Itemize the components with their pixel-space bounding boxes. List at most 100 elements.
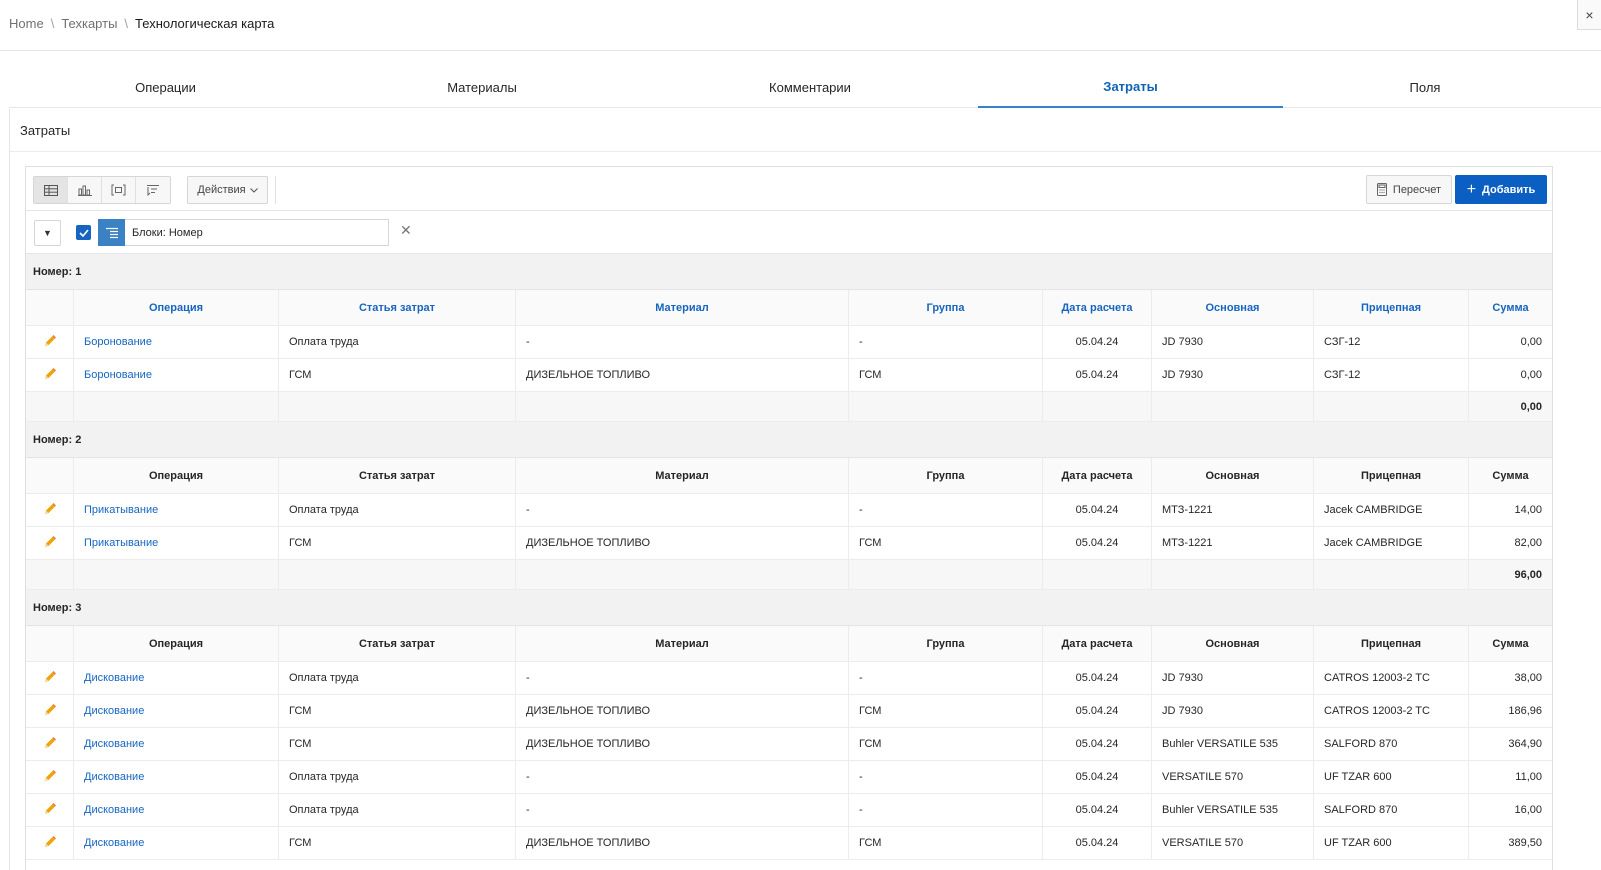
close-button[interactable]: × — [1577, 0, 1601, 30]
pencil-icon[interactable] — [43, 703, 57, 720]
sum-empty-cell — [1043, 560, 1152, 589]
breadcrumb-separator: \ — [50, 16, 55, 31]
tab-operations[interactable]: Операции — [9, 66, 322, 108]
operation-link[interactable]: Дискование — [84, 738, 144, 750]
edit-cell — [26, 662, 74, 694]
control-break-icon-box[interactable] — [98, 219, 125, 246]
column-header-calc-date[interactable]: Дата расчета — [1043, 626, 1152, 661]
pencil-icon[interactable] — [43, 736, 57, 753]
cell-value: - — [526, 672, 530, 684]
cell-value: 05.04.24 — [1075, 738, 1119, 750]
column-header-group[interactable]: Группа — [849, 290, 1043, 325]
operation-link[interactable]: Боронование — [84, 336, 152, 348]
cell-trailer: CATROS 12003-2 TC — [1314, 662, 1469, 694]
column-header-trailer[interactable]: Прицепная — [1314, 290, 1469, 325]
pencil-icon[interactable] — [43, 367, 57, 384]
column-header-operation[interactable]: Операция — [74, 626, 279, 661]
group-by-view-button[interactable] — [136, 177, 170, 203]
column-header-label: Материал — [655, 301, 709, 314]
cell-value: - — [859, 504, 863, 516]
operation-link[interactable]: Прикатывание — [84, 504, 158, 516]
column-header-material[interactable]: Материал — [516, 626, 849, 661]
breadcrumb-item-home[interactable]: Home — [9, 16, 44, 31]
operation-link[interactable]: Дискование — [84, 804, 144, 816]
pencil-icon[interactable] — [43, 502, 57, 519]
cell-sum: 0,00 — [1469, 359, 1552, 391]
operation-link[interactable]: Дискование — [84, 705, 144, 717]
operation-link[interactable]: Боронование — [84, 369, 152, 381]
cell-value: Jacek CAMBRIDGE — [1324, 537, 1423, 549]
column-header-sum[interactable]: Сумма — [1469, 458, 1552, 493]
sum-empty-cell — [516, 392, 849, 421]
cell-value: 0,00 — [1520, 336, 1542, 348]
column-header-trailer[interactable]: Прицепная — [1314, 458, 1469, 493]
add-button[interactable]: + Добавить — [1455, 175, 1547, 204]
cell-material: - — [516, 494, 849, 526]
cell-group: ГСМ — [849, 728, 1043, 760]
operation-link[interactable]: Дискование — [84, 771, 144, 783]
actions-menu-button[interactable]: Действия — [187, 176, 268, 204]
cell-calc-date: 05.04.24 — [1043, 326, 1152, 358]
operation-link[interactable]: Дискование — [84, 672, 144, 684]
cell-value: JD 7930 — [1162, 705, 1203, 717]
recalc-button[interactable]: Пересчет — [1366, 175, 1452, 204]
table-row: Боронование Оплата труда - - 05.04.24 JD 7930… — [26, 326, 1552, 359]
pencil-icon[interactable] — [43, 670, 57, 687]
tab-comments[interactable]: Комментарии — [642, 66, 978, 108]
column-header-sum[interactable]: Сумма — [1469, 626, 1552, 661]
tab-fields[interactable]: Поля — [1283, 66, 1567, 108]
pencil-icon[interactable] — [43, 835, 57, 852]
view-switcher — [33, 176, 171, 204]
column-header-cost-item[interactable]: Статья затрат — [279, 458, 516, 493]
column-header-calc-date[interactable]: Дата расчета — [1043, 290, 1152, 325]
column-header-trailer[interactable]: Прицепная — [1314, 626, 1469, 661]
column-header-main-unit[interactable]: Основная — [1152, 458, 1314, 493]
operation-link[interactable]: Дискование — [84, 837, 144, 849]
column-header-operation[interactable]: Операция — [74, 458, 279, 493]
tab-materials[interactable]: Материалы — [322, 66, 642, 108]
cell-operation: Дискование — [74, 662, 279, 694]
cell-group: ГСМ — [849, 359, 1043, 391]
column-header-material[interactable]: Материал — [516, 290, 849, 325]
column-header-cost-item[interactable]: Статья затрат — [279, 626, 516, 661]
control-break-label[interactable]: Блоки: Номер — [125, 219, 389, 246]
breadcrumb-item-techcards[interactable]: Техкарты — [61, 16, 117, 31]
filter-enable-checkbox[interactable] — [76, 225, 91, 240]
column-header-material[interactable]: Материал — [516, 458, 849, 493]
cell-value: СЗГ-12 — [1324, 336, 1361, 348]
column-header-label: Группа — [926, 469, 965, 482]
column-header-main-unit[interactable]: Основная — [1152, 626, 1314, 661]
grid-view-button[interactable] — [34, 177, 68, 203]
column-header-cost-item[interactable]: Статья затрат — [279, 290, 516, 325]
check-icon — [78, 228, 89, 237]
operation-link[interactable]: Прикатывание — [84, 537, 158, 549]
table-row: Дискование ГСМ ДИЗЕЛЬНОЕ ТОПЛИВО ГСМ 05.04.2… — [26, 827, 1552, 860]
cell-value: VERSATILE 570 — [1162, 771, 1244, 783]
column-header-operation[interactable]: Операция — [74, 290, 279, 325]
group-break-header: Номер: 1 — [26, 254, 1552, 290]
pencil-icon[interactable] — [43, 802, 57, 819]
pencil-icon[interactable] — [43, 535, 57, 552]
cell-cost-item: ГСМ — [279, 827, 516, 859]
detail-view-button[interactable] — [102, 177, 136, 203]
tab-costs[interactable]: Затраты — [978, 66, 1283, 108]
pencil-icon[interactable] — [43, 334, 57, 351]
cell-calc-date: 05.04.24 — [1043, 494, 1152, 526]
group-total: 0,00 — [1520, 400, 1542, 413]
cell-value: ГСМ — [859, 705, 882, 717]
cell-cost-item: Оплата труда — [279, 662, 516, 694]
column-header-group[interactable]: Группа — [849, 458, 1043, 493]
column-header-calc-date[interactable]: Дата расчета — [1043, 458, 1152, 493]
pencil-icon[interactable] — [43, 769, 57, 786]
collapse-toggle[interactable]: ▼ — [34, 220, 61, 246]
cell-value: Buhler VERSATILE 535 — [1162, 804, 1278, 816]
cell-group: - — [849, 494, 1043, 526]
edit-cell — [26, 494, 74, 526]
chart-view-button[interactable] — [68, 177, 102, 203]
column-header-group[interactable]: Группа — [849, 626, 1043, 661]
remove-filter-icon[interactable]: ✕ — [400, 222, 412, 239]
control-break-icon — [105, 227, 118, 238]
column-header-main-unit[interactable]: Основная — [1152, 290, 1314, 325]
cell-value: VERSATILE 570 — [1162, 837, 1244, 849]
column-header-sum[interactable]: Сумма — [1469, 290, 1552, 325]
